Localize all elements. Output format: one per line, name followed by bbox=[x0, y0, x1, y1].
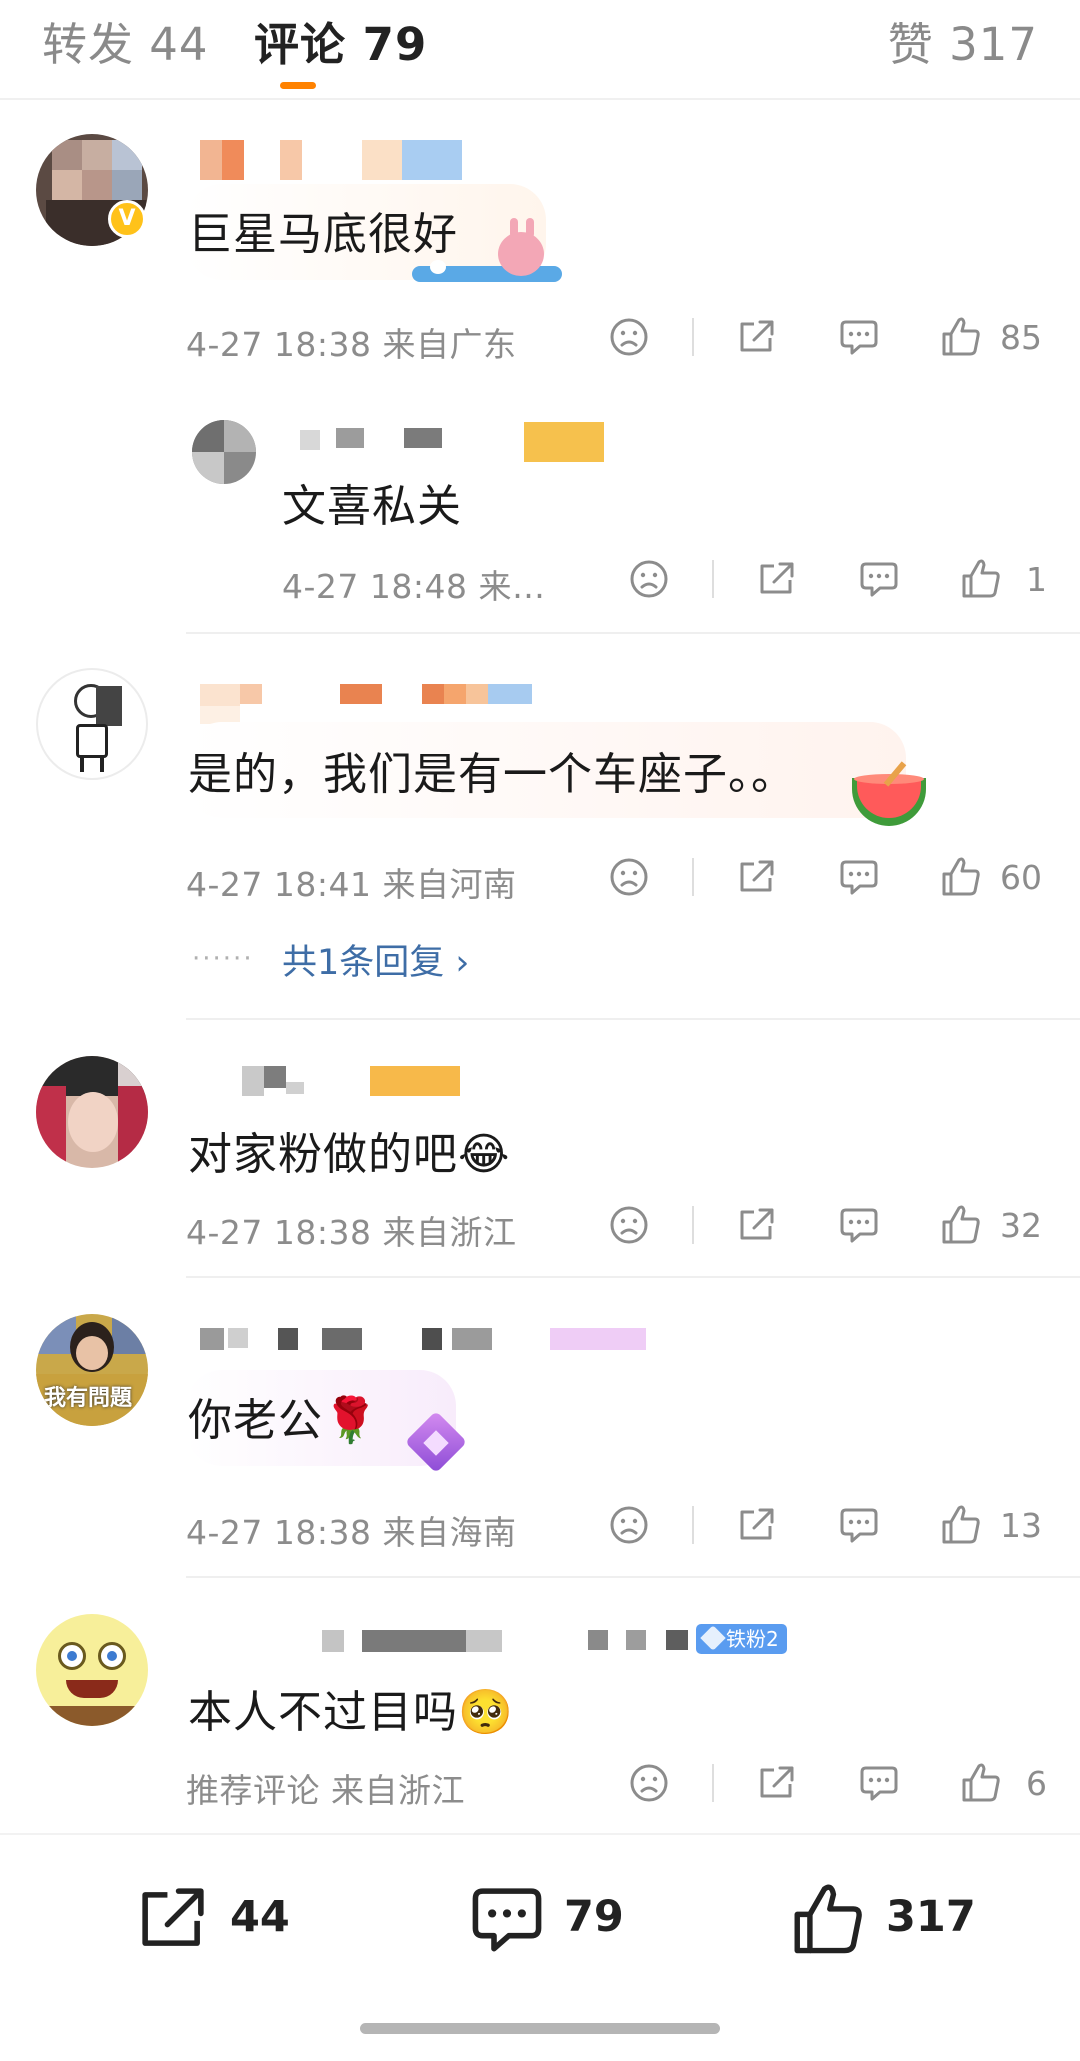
share-icon[interactable] bbox=[756, 1762, 798, 1804]
comment-button[interactable]: 79 bbox=[468, 1880, 668, 1960]
action-separator bbox=[692, 318, 694, 356]
like-count: 13 bbox=[1000, 1506, 1042, 1545]
username-redacted[interactable] bbox=[300, 422, 610, 462]
username-redacted[interactable] bbox=[200, 140, 470, 180]
comment-bubble-icon[interactable] bbox=[838, 316, 880, 358]
thumbs-up-icon[interactable] bbox=[960, 556, 1002, 600]
thumbs-up-icon[interactable] bbox=[940, 1202, 982, 1246]
comment-bubble-icon[interactable] bbox=[838, 1504, 880, 1546]
username-redacted[interactable] bbox=[230, 1066, 470, 1096]
like-count: 6 bbox=[1026, 1764, 1047, 1803]
comment-meta: 4-27 18:38 来自广东 bbox=[186, 325, 517, 364]
like-count: 85 bbox=[1000, 318, 1042, 357]
comment-bubble-icon[interactable] bbox=[858, 1762, 900, 1804]
comment-bubble-icon[interactable] bbox=[858, 558, 900, 600]
comment-meta: 推荐评论 来自浙江 bbox=[186, 1771, 465, 1810]
thumbs-up-icon[interactable] bbox=[940, 854, 982, 898]
reply-avatar[interactable] bbox=[192, 420, 256, 484]
dislike-icon[interactable] bbox=[608, 316, 650, 358]
share-icon bbox=[134, 1880, 212, 1962]
comment-bubble-icon[interactable] bbox=[838, 856, 880, 898]
like-count: 1 bbox=[1026, 560, 1047, 599]
tab-repost[interactable]: 转发 44 bbox=[42, 8, 209, 73]
comment-divider bbox=[186, 1018, 1080, 1020]
repost-button[interactable]: 44 bbox=[134, 1880, 334, 1960]
comment-text: 对家粉做的吧😂 bbox=[188, 1129, 511, 1180]
avatar[interactable] bbox=[36, 668, 148, 780]
dislike-icon[interactable] bbox=[628, 1762, 670, 1804]
comment-divider bbox=[186, 1276, 1080, 1278]
like-button[interactable]: 317 bbox=[790, 1880, 990, 1960]
action-separator bbox=[692, 858, 694, 896]
comment-meta: 4-27 18:38 来自浙江 bbox=[186, 1213, 517, 1252]
username-redacted[interactable] bbox=[200, 684, 560, 724]
action-separator bbox=[692, 1506, 694, 1544]
active-tab-indicator bbox=[280, 82, 316, 89]
like-count: 317 bbox=[886, 1892, 976, 1942]
thumbs-up-icon[interactable] bbox=[940, 314, 982, 358]
comment-divider bbox=[186, 1576, 1080, 1578]
share-icon[interactable] bbox=[736, 1504, 778, 1546]
username-redacted[interactable] bbox=[300, 1630, 700, 1652]
like-count: 32 bbox=[1000, 1206, 1042, 1245]
bunny-sticker-icon bbox=[412, 218, 562, 288]
comment-text: 本人不过目吗🥺 bbox=[188, 1687, 514, 1738]
reply-meta: 4-27 18:48 来… bbox=[282, 567, 546, 606]
verified-badge: V bbox=[108, 200, 146, 238]
thumbs-up-icon[interactable] bbox=[940, 1502, 982, 1546]
bottom-action-bar: 44 79 317 bbox=[0, 1833, 1080, 2061]
tab-likes[interactable]: 赞 317 bbox=[888, 8, 1038, 73]
replies-dots: ······ bbox=[192, 944, 254, 974]
fan-level-badge: 铁粉2 bbox=[696, 1624, 787, 1654]
share-icon[interactable] bbox=[736, 316, 778, 358]
avatar[interactable] bbox=[36, 1614, 148, 1726]
share-icon[interactable] bbox=[756, 558, 798, 600]
avatar-caption: 我有問題 bbox=[44, 1386, 133, 1411]
comment-text: 是的，我们是有一个车座子。。 bbox=[188, 749, 796, 800]
comment-bubble-icon bbox=[468, 1880, 546, 1962]
comment-meta: 4-27 18:38 来自海南 bbox=[186, 1513, 517, 1552]
watermelon-sticker-icon bbox=[852, 761, 926, 826]
repost-count: 44 bbox=[230, 1892, 290, 1942]
dislike-icon[interactable] bbox=[628, 558, 670, 600]
thumbs-up-icon bbox=[790, 1878, 866, 1962]
action-separator bbox=[712, 560, 714, 598]
comment-tab-bar: 转发 44 评论 79 赞 317 bbox=[0, 0, 1080, 100]
share-icon[interactable] bbox=[736, 856, 778, 898]
thumbs-up-icon[interactable] bbox=[960, 1760, 1002, 1804]
dislike-icon[interactable] bbox=[608, 1504, 650, 1546]
dislike-icon[interactable] bbox=[608, 1204, 650, 1246]
view-replies-link[interactable]: 共1条回复 › bbox=[282, 934, 469, 985]
home-indicator[interactable] bbox=[360, 2023, 720, 2034]
action-separator bbox=[712, 1764, 714, 1802]
like-count: 60 bbox=[1000, 858, 1042, 897]
avatar[interactable]: 我有問題 bbox=[36, 1314, 148, 1426]
dislike-icon[interactable] bbox=[608, 856, 650, 898]
comment-divider bbox=[186, 632, 1080, 634]
tab-comments[interactable]: 评论 79 bbox=[254, 8, 427, 73]
comment-bubble-icon[interactable] bbox=[838, 1204, 880, 1246]
share-icon[interactable] bbox=[736, 1204, 778, 1246]
comment-text: 你老公🌹 bbox=[188, 1395, 379, 1446]
avatar[interactable] bbox=[36, 1056, 148, 1168]
action-separator bbox=[692, 1206, 694, 1244]
comment-meta: 4-27 18:41 来自河南 bbox=[186, 865, 517, 904]
diamond-badge-icon bbox=[400, 1410, 472, 1474]
reply-text: 文喜私关 bbox=[282, 481, 462, 532]
username-redacted[interactable] bbox=[200, 1328, 650, 1354]
comment-count: 79 bbox=[564, 1892, 624, 1942]
